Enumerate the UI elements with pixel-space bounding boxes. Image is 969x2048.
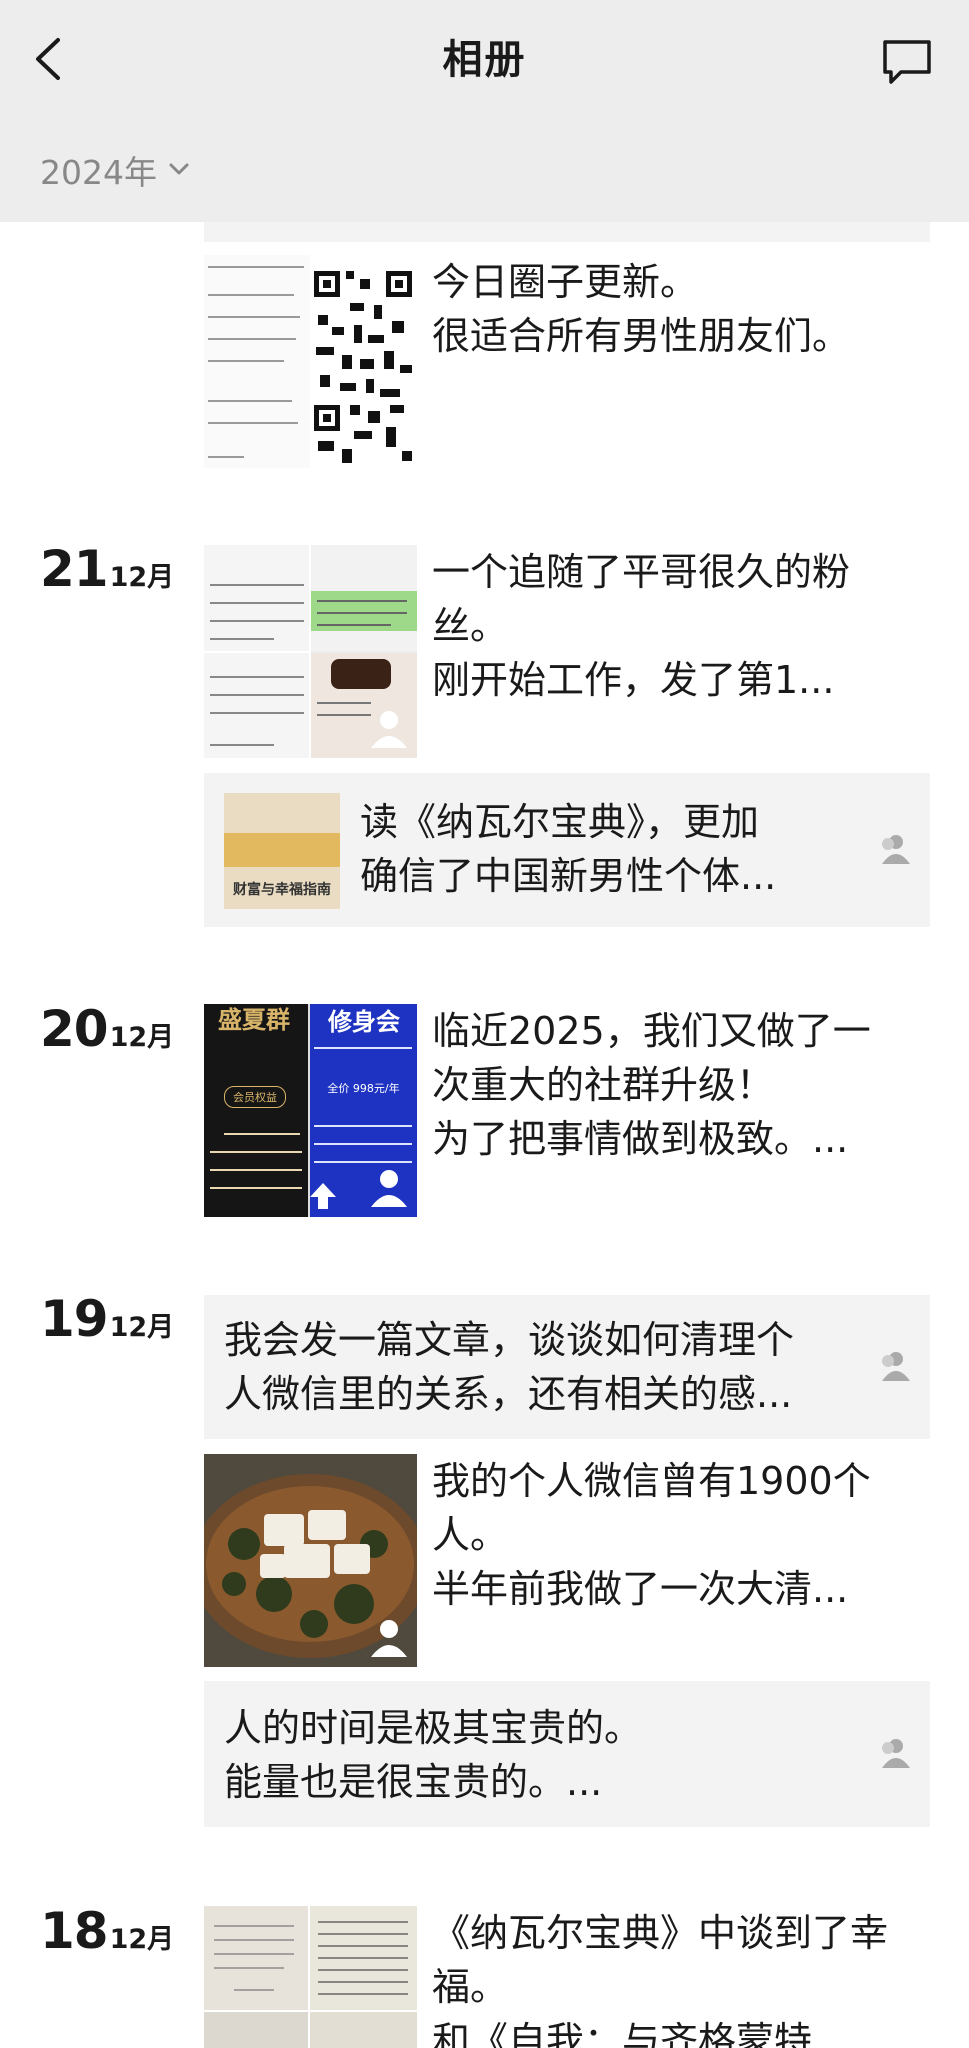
chat-screenshot <box>204 653 311 758</box>
post-text-line: 丝。 <box>432 604 509 648</box>
post-text-line: 临近2025，我们又做了一 <box>432 1009 871 1053</box>
album-post[interactable]: 我的个人微信曾有1900个 人。 半年前我做了一次大清... <box>0 1454 969 1669</box>
post-text-line: 很适合所有男性朋友们。 <box>432 314 851 358</box>
post-text-line: 和《自我：与齐格蒙特... <box>432 2019 849 2048</box>
chat-screenshot <box>311 545 417 651</box>
book-cover: 财富与幸福指南 <box>224 793 340 909</box>
poster-text-image <box>210 1133 302 1189</box>
card-text-line: 人微信里的关系，还有相关的感... <box>224 1372 793 1416</box>
post-text-line: 人。 <box>432 1513 509 1557</box>
poster-left: 盛夏群 会员权益 <box>204 1004 308 1217</box>
book-cover-title: 财富与幸福指南 <box>233 882 331 898</box>
book-page-photo <box>204 2012 308 2048</box>
post-text: 今日圈子更新。 很适合所有男性朋友们。 <box>432 255 932 363</box>
date-day: 19 <box>40 1290 109 1348</box>
nav-header: 相册 2024年 <box>0 0 969 222</box>
post-thumbnail <box>204 1906 417 2048</box>
card-text-line: 人的时间是极其宝贵的。 <box>224 1706 643 1750</box>
card-text-line: 读《纳瓦尔宝典》，更加 <box>360 800 760 844</box>
card-text-line: 确信了中国新男性个体... <box>360 854 777 898</box>
year-label: 2024年 <box>40 153 157 192</box>
date-label: 1912月 <box>40 1290 174 1348</box>
shared-users-icon <box>882 835 910 864</box>
shared-link-card[interactable]: 财富与幸福指南 读《纳瓦尔宝典》，更加 确信了中国新男性个体... <box>204 773 930 927</box>
post-text: 临近2025，我们又做了一 次重大的社群升级！ 为了把事情做到极致。... <box>432 1004 932 1166</box>
date-month: 12月 <box>109 1312 175 1343</box>
chevron-down-icon <box>169 163 189 175</box>
text-lines-image <box>208 266 304 458</box>
post-thumbnail: 盛夏群 会员权益 修身会 全价 998元/年 <box>204 1004 417 1217</box>
chat-lines-image <box>210 584 304 640</box>
album-post[interactable]: 一个追随了平哥很久的粉 丝。 刚开始工作，发了第1... <box>0 545 969 760</box>
book-page-image <box>318 1921 408 1995</box>
message-bubble-icon <box>883 40 931 84</box>
card-text: 我会发一篇文章，谈谈如何清理个 人微信里的关系，还有相关的感... <box>224 1313 834 1421</box>
card-text: 人的时间是极其宝贵的。 能量也是很宝贵的。... <box>224 1701 834 1809</box>
post-text-line: 福。 <box>432 1965 509 2009</box>
person-icon <box>371 711 407 748</box>
book-cover-banner <box>224 833 340 867</box>
chat-screenshot <box>204 545 311 653</box>
album-post[interactable]: 盛夏群 会员权益 修身会 全价 998元/年 临近2025，我们又做了一 次重大… <box>0 1004 969 1219</box>
chat-lines-image <box>210 676 304 746</box>
shared-users-icon <box>882 1739 910 1768</box>
post-thumbnail <box>204 545 417 758</box>
qr-code-image <box>310 255 417 468</box>
chat-lines-image <box>311 591 417 631</box>
post-text: 《纳瓦尔宝典》中谈到了幸 福。 和《自我：与齐格蒙特... <box>432 1906 932 2048</box>
arrow-up-icon <box>310 1183 336 1209</box>
post-text-line: 刚开始工作，发了第1... <box>432 658 835 702</box>
text-post-card[interactable]: 人的时间是极其宝贵的。 能量也是很宝贵的。... <box>204 1681 930 1827</box>
book-page-photo <box>204 1906 308 2010</box>
post-text: 一个追随了平哥很久的粉 丝。 刚开始工作，发了第1... <box>432 545 932 707</box>
post-text-line: 次重大的社群升级！ <box>432 1063 775 1107</box>
book-page-image <box>214 1925 294 1991</box>
post-text: 我的个人微信曾有1900个 人。 半年前我做了一次大清... <box>432 1454 932 1616</box>
album-post[interactable]: 今日圈子更新。 很适合所有男性朋友们。 <box>0 255 969 470</box>
book-page-photo <box>310 2012 417 2048</box>
post-text-line: 一个追随了平哥很久的粉 <box>432 550 851 594</box>
album-post[interactable]: 《纳瓦尔宝典》中谈到了幸 福。 和《自我：与齐格蒙特... <box>0 1906 969 2048</box>
post-text-line: 为了把事情做到极致。... <box>432 1117 849 1161</box>
card-text-line: 能量也是很宝贵的。... <box>224 1760 603 1804</box>
text-screenshot <box>204 255 310 468</box>
card-text-line: 我会发一篇文章，谈谈如何清理个 <box>224 1318 795 1362</box>
card-text: 读《纳瓦尔宝典》，更加 确信了中国新男性个体... <box>360 795 830 903</box>
text-post-card[interactable]: 我会发一篇文章，谈谈如何清理个 人微信里的关系，还有相关的感... <box>204 1295 930 1439</box>
post-text-line: 今日圈子更新。 <box>432 260 699 304</box>
post-thumbnail <box>204 255 417 468</box>
post-text-line: 我的个人微信曾有1900个 <box>432 1459 871 1503</box>
qr-code-icon <box>310 255 417 468</box>
post-text-line: 半年前我做了一次大清... <box>432 1567 849 1611</box>
post-thumbnail <box>204 1454 417 1667</box>
person-icon <box>371 1170 407 1207</box>
person-icon <box>371 1620 407 1657</box>
shared-users-icon <box>882 1352 910 1381</box>
card-edge <box>204 222 930 242</box>
year-selector[interactable]: 2024年 <box>40 146 189 194</box>
post-text-line: 《纳瓦尔宝典》中谈到了幸 <box>432 1911 889 1955</box>
book-page-photo <box>310 1906 417 2010</box>
message-button[interactable] <box>881 36 933 86</box>
page-title: 相册 <box>442 37 527 83</box>
